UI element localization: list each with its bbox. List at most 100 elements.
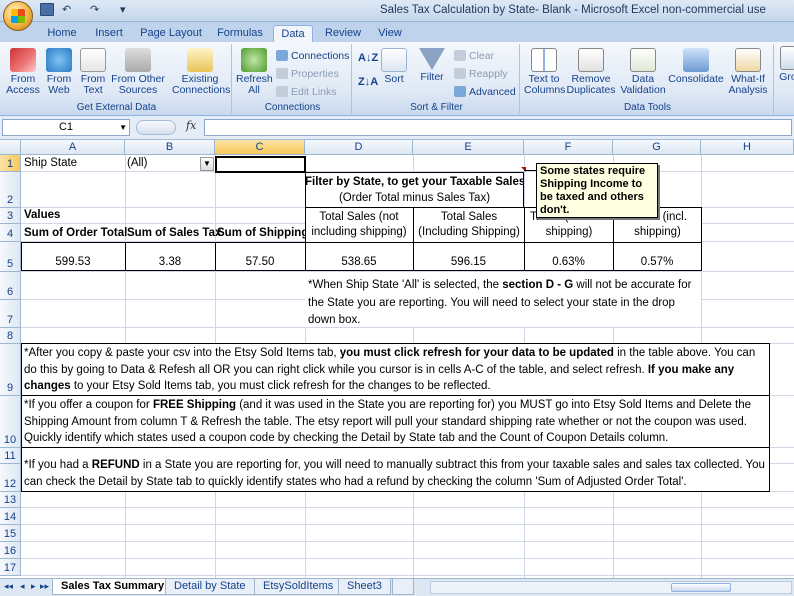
cell-d2-subtitle[interactable]: (Order Total minus Sales Tax) — [305, 191, 524, 206]
cell-a3[interactable]: Values — [24, 208, 60, 223]
tab-home[interactable]: Home — [40, 25, 84, 42]
row-header-16[interactable]: 16 — [0, 542, 21, 559]
tab-data[interactable]: Data — [273, 25, 313, 42]
scrollbar-thumb[interactable] — [671, 583, 731, 592]
cell-f5[interactable]: 0.63% — [524, 255, 613, 270]
chevron-down-icon[interactable]: ▼ — [119, 120, 127, 135]
text-to-columns-button[interactable]: Text to Columns — [524, 48, 565, 96]
filter-dropdown-button[interactable]: ▼ — [200, 157, 214, 171]
cell-a4[interactable]: Sum of Order Total — [24, 226, 127, 241]
connections-button[interactable]: Connections — [276, 48, 349, 64]
customize-qat-icon[interactable]: ▾ — [120, 3, 126, 18]
from-other-sources-button[interactable]: From Other Sources — [110, 48, 166, 96]
row-header-17[interactable]: 17 — [0, 559, 21, 576]
cell-d5[interactable]: 538.65 — [305, 255, 413, 270]
from-web-button[interactable]: From Web — [42, 48, 76, 96]
edit-links-button[interactable]: Edit Links — [276, 84, 337, 100]
sheet-tab-sales-tax-summary[interactable]: Sales Tax Summary — [52, 579, 174, 595]
cell-comment[interactable]: Some states require Shipping Income to b… — [536, 163, 658, 218]
refresh-all-button[interactable]: Refresh All — [236, 48, 273, 96]
row-header-3[interactable]: 3 — [0, 208, 21, 224]
row-header-8[interactable]: 8 — [0, 328, 21, 344]
cell-b1[interactable]: (All) — [127, 156, 147, 171]
cell-a9-note[interactable]: *After you copy & paste your csv into th… — [24, 345, 768, 395]
tab-page-layout[interactable]: Page Layout — [138, 25, 204, 42]
row-header-5[interactable]: 5 — [0, 242, 21, 272]
cell-b4[interactable]: Sum of Sales Tax — [127, 226, 221, 241]
remove-duplicates-button[interactable]: Remove Duplicates — [566, 48, 616, 96]
data-validation-button[interactable]: Data Validation — [618, 48, 668, 96]
prev-sheet-icon[interactable]: ◂ — [20, 581, 25, 592]
insert-sheet-icon[interactable] — [392, 579, 414, 595]
first-sheet-icon[interactable]: ◂◂ — [4, 581, 13, 592]
insert-function-icon[interactable]: fx — [186, 119, 196, 132]
column-header-e[interactable]: E — [413, 140, 524, 155]
cell-e3[interactable]: Total Sales (Including Shipping) — [415, 210, 523, 240]
existing-connections-button[interactable]: Existing Connections — [172, 48, 230, 96]
last-sheet-icon[interactable]: ▸▸ — [40, 581, 49, 592]
cell-d6-note[interactable]: *When Ship State 'All' is selected, the … — [308, 277, 696, 330]
column-header-d[interactable]: D — [305, 140, 413, 155]
from-text-button[interactable]: From Text — [76, 48, 110, 96]
row-header-9[interactable]: 9 — [0, 344, 21, 396]
selected-cell-c1[interactable] — [215, 156, 306, 173]
tab-view[interactable]: View — [372, 25, 408, 42]
row-header-15[interactable]: 15 — [0, 525, 21, 542]
formula-input[interactable] — [204, 119, 792, 136]
filter-button[interactable]: Filter — [416, 48, 448, 83]
row-header-14[interactable]: 14 — [0, 508, 21, 525]
cell-g5[interactable]: 0.57% — [613, 255, 701, 270]
row-header-13[interactable]: 13 — [0, 492, 21, 508]
cell-c5[interactable]: 57.50 — [215, 255, 305, 270]
column-header-a[interactable]: A — [21, 140, 125, 155]
sheet-tab-etsysolditems[interactable]: EtsySoldItems — [254, 579, 343, 595]
group-button[interactable]: Gro — [778, 46, 794, 83]
row-header-7[interactable]: 7 — [0, 300, 21, 328]
redo-icon[interactable]: ↷ — [90, 3, 99, 18]
horizontal-scrollbar[interactable] — [430, 581, 792, 594]
cell-b5[interactable]: 3.38 — [125, 255, 215, 270]
column-header-c[interactable]: C — [215, 140, 305, 155]
row-header-12[interactable]: 12 — [0, 464, 21, 492]
sheet-tab-sheet3[interactable]: Sheet3 — [338, 579, 391, 595]
column-header-b[interactable]: B — [125, 140, 215, 155]
cell-d2-title[interactable]: Filter by State, to get your Taxable Sal… — [305, 175, 524, 190]
from-access-button[interactable]: From Access — [4, 48, 42, 96]
cell-e5[interactable]: 596.15 — [413, 255, 524, 270]
column-header-f[interactable]: F — [524, 140, 613, 155]
reapply-button[interactable]: Reapply — [454, 66, 508, 82]
cell-c4[interactable]: Sum of Shipping — [217, 226, 308, 241]
column-header-g[interactable]: G — [613, 140, 701, 155]
undo-icon[interactable]: ↶ — [62, 3, 71, 18]
tab-insert[interactable]: Insert — [88, 25, 130, 42]
save-icon[interactable] — [40, 3, 54, 16]
column-header-h[interactable]: H — [701, 140, 794, 155]
tab-formulas[interactable]: Formulas — [212, 25, 268, 42]
row-header-2[interactable]: 2 — [0, 172, 21, 208]
what-if-analysis-button[interactable]: What-If Analysis — [724, 48, 772, 96]
clear-button[interactable]: Clear — [454, 48, 494, 64]
row-header-10[interactable]: 10 — [0, 396, 21, 448]
select-all-corner[interactable] — [0, 140, 21, 155]
row-header-11[interactable]: 11 — [0, 448, 21, 464]
sort-az-icon[interactable]: A↓Z — [358, 50, 378, 66]
sort-button[interactable]: Sort — [380, 48, 408, 85]
properties-button[interactable]: Properties — [276, 66, 339, 82]
cell-a12-note[interactable]: *If you had a REFUND in a State you are … — [24, 457, 768, 490]
cell-a1[interactable]: Ship State — [24, 156, 77, 171]
name-box[interactable]: C1 ▼ — [2, 119, 130, 136]
advanced-button[interactable]: Advanced — [454, 84, 516, 100]
row-header-4[interactable]: 4 — [0, 224, 21, 242]
sort-za-icon[interactable]: Z↓A — [358, 74, 378, 90]
cell-a5[interactable]: 599.53 — [21, 255, 125, 270]
next-sheet-icon[interactable]: ▸ — [31, 581, 36, 592]
cell-d3[interactable]: Total Sales (not including shipping) — [307, 210, 411, 240]
row-header-6[interactable]: 6 — [0, 272, 21, 300]
tab-review[interactable]: Review — [320, 25, 366, 42]
office-button[interactable] — [3, 1, 33, 31]
sheet-tab-detail-by-state[interactable]: Detail by State — [165, 579, 255, 595]
worksheet-grid[interactable]: A B C D E F G H 1 2 3 4 5 6 7 8 9 10 11 … — [0, 140, 794, 578]
row-header-1[interactable]: 1 — [0, 155, 21, 172]
cell-a10-note[interactable]: *If you offer a coupon for FREE Shipping… — [24, 397, 768, 447]
consolidate-button[interactable]: Consolidate — [668, 48, 724, 85]
